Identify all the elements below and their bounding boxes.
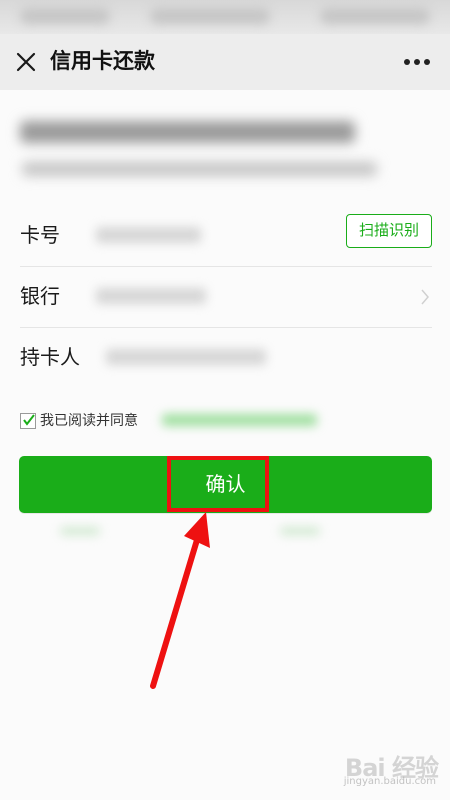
status-blur-right	[320, 8, 430, 24]
arrow-annotation	[150, 512, 210, 689]
confirm-button[interactable]: 确认	[19, 456, 432, 513]
card-number-input[interactable]	[96, 227, 201, 243]
blurred-heading	[20, 121, 355, 143]
scan-button[interactable]: 扫描识别	[346, 214, 432, 248]
bank-row[interactable]: 银行	[20, 267, 432, 328]
more-dot	[404, 59, 410, 65]
status-blur-mid	[150, 8, 270, 24]
card-number-label: 卡号	[20, 223, 60, 247]
blurred-subheading	[22, 162, 377, 176]
close-icon[interactable]	[14, 50, 38, 74]
chevron-right-icon	[421, 289, 429, 305]
holder-row: 持卡人	[20, 328, 432, 388]
bank-label: 银行	[20, 284, 60, 308]
content-area: 卡号 扫描识别 银行 持卡人 我已阅读并同意 确认 Bai 经验 jingyan…	[0, 90, 450, 800]
status-blur-left	[20, 8, 110, 24]
faint-blur-left	[60, 527, 100, 535]
watermark: Bai 经验 jingyan.baidu.com	[338, 746, 439, 792]
more-icon[interactable]	[404, 58, 430, 66]
more-dot	[414, 59, 420, 65]
more-dot	[424, 59, 430, 65]
faint-blur-right	[280, 527, 320, 535]
agreement-text: 我已阅读并同意	[40, 413, 138, 429]
card-number-row: 卡号 扫描识别	[20, 206, 432, 267]
bank-value	[96, 288, 206, 304]
holder-input[interactable]	[106, 349, 266, 365]
watermark-url: jingyan.baidu.com	[343, 776, 436, 787]
status-bar	[0, 0, 450, 34]
agreement-row: 我已阅读并同意	[20, 408, 432, 436]
agreement-checkbox[interactable]	[20, 413, 36, 429]
holder-label: 持卡人	[20, 345, 80, 369]
check-icon	[23, 414, 35, 426]
page-title: 信用卡还款	[50, 49, 155, 73]
agreement-link[interactable]	[162, 414, 317, 426]
nav-bar: 信用卡还款	[0, 34, 450, 90]
confirm-label: 确认	[205, 472, 246, 496]
